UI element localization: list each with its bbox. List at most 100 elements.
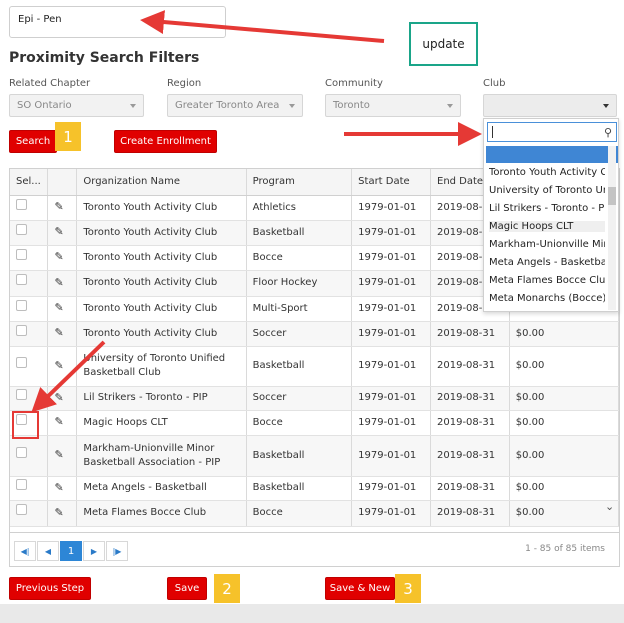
- edit-icon[interactable]: ✎: [54, 506, 63, 519]
- table-row[interactable]: ✎ Magic Hoops CLT Bocce 1979-01-01 2019-08-3…: [10, 410, 619, 436]
- club-option[interactable]: Meta Flames Bocce Club: [489, 275, 605, 286]
- organization-cell: Meta Flames Bocce Club: [76, 500, 247, 527]
- previous-page-icon[interactable]: ◀: [37, 541, 59, 561]
- edit-icon[interactable]: ✎: [54, 200, 63, 213]
- table-row[interactable]: ✎ Lil Strikers - Toronto - PIP Soccer 1979-…: [10, 386, 619, 411]
- community-label: Community: [325, 78, 383, 89]
- row-checkbox[interactable]: [16, 223, 27, 235]
- column-header-select[interactable]: Sel...: [10, 169, 49, 196]
- edit-icon[interactable]: ✎: [54, 415, 63, 428]
- row-checkbox[interactable]: [16, 198, 27, 210]
- table-row[interactable]: ✎ Markham-Unionville Minor Basketball Ass…: [10, 435, 619, 477]
- chevron-down-icon[interactable]: ⌄: [605, 500, 614, 513]
- row-checkbox-cell: [10, 195, 49, 221]
- edit-icon[interactable]: ✎: [54, 225, 63, 238]
- region-select[interactable]: Greater Toronto Area: [167, 94, 303, 117]
- row-checkbox-cell: [10, 435, 49, 477]
- club-option[interactable]: Lil Strikers - Toronto - PIP: [489, 203, 605, 214]
- start-date-cell: 1979-01-01: [351, 500, 431, 527]
- program-cell: Basketball: [246, 346, 353, 387]
- club-option[interactable]: Meta Monarchs (Bocce): [489, 293, 605, 304]
- column-header-program[interactable]: Program: [246, 169, 353, 196]
- community-value: Toronto: [333, 100, 370, 111]
- community-select[interactable]: Toronto: [325, 94, 461, 117]
- related-chapter-select[interactable]: SO Ontario: [9, 94, 144, 117]
- column-header-organization[interactable]: Organization Name: [76, 169, 247, 196]
- end-date-cell: 2019-08-31: [430, 321, 510, 347]
- row-checkbox[interactable]: [16, 479, 27, 490]
- edit-icon[interactable]: ✎: [54, 301, 63, 314]
- program-cell: Bocce: [246, 245, 353, 271]
- row-checkbox-cell: [10, 346, 49, 387]
- row-edit-cell: ✎: [47, 500, 78, 527]
- organization-cell: Magic Hoops CLT: [76, 410, 247, 436]
- last-page-icon[interactable]: |▶: [106, 541, 128, 561]
- club-option[interactable]: Meta Angels - Basketball: [489, 257, 605, 268]
- row-checkbox-cell: [10, 245, 49, 271]
- first-page-icon[interactable]: ◀|: [14, 541, 36, 561]
- table-row[interactable]: ✎ Meta Angels - Basketball Basketball 1979-…: [10, 476, 619, 501]
- previous-step-button[interactable]: Previous Step: [9, 577, 91, 600]
- club-option[interactable]: University of Toronto Unified: [489, 185, 605, 196]
- organization-cell: Toronto Youth Activity Club: [76, 195, 247, 221]
- end-date-cell: 2019-08-31: [430, 435, 510, 477]
- row-checkbox[interactable]: [16, 324, 27, 336]
- row-checkbox[interactable]: [16, 446, 27, 458]
- row-checkbox-cell: [10, 476, 49, 501]
- club-select[interactable]: [483, 94, 617, 117]
- organization-cell: Meta Angels - Basketball: [76, 476, 247, 501]
- create-enrollment-button[interactable]: Create Enrollment: [114, 130, 217, 153]
- dropdown-scrollbar[interactable]: [608, 146, 616, 310]
- column-header-start-date[interactable]: Start Date: [351, 169, 431, 196]
- program-cell: Floor Hockey: [246, 270, 353, 297]
- epi-pen-input[interactable]: Epi - Pen: [9, 6, 226, 38]
- edit-icon[interactable]: ✎: [54, 391, 63, 404]
- step-badge-2: 2: [214, 574, 240, 603]
- column-header-edit: [47, 169, 78, 196]
- table-row[interactable]: ✎ Meta Flames Bocce Club Bocce 1979-01-01 20…: [10, 500, 619, 527]
- fee-cell: $0.00: [509, 476, 619, 501]
- row-checkbox[interactable]: [16, 413, 27, 425]
- row-checkbox[interactable]: [16, 299, 27, 311]
- edit-icon[interactable]: ✎: [54, 276, 63, 289]
- dropdown-highlight-option[interactable]: [486, 146, 618, 163]
- edit-icon[interactable]: ✎: [54, 481, 63, 494]
- save-and-new-button[interactable]: Save & New: [325, 577, 395, 600]
- edit-icon[interactable]: ✎: [54, 448, 63, 461]
- pager-bar: ◀| ◀ 1 ▶ |▶ 1 - 85 of 85 items: [9, 533, 620, 567]
- start-date-cell: 1979-01-01: [351, 321, 431, 347]
- table-row[interactable]: ✎ Toronto Youth Activity Club Soccer 1979-0…: [10, 321, 619, 347]
- row-edit-cell: ✎: [47, 476, 78, 501]
- search-button[interactable]: Search: [9, 130, 57, 153]
- related-chapter-value: SO Ontario: [17, 100, 72, 111]
- row-checkbox[interactable]: [16, 248, 27, 260]
- organization-cell: Toronto Youth Activity Club: [76, 245, 247, 271]
- program-cell: Soccer: [246, 321, 353, 347]
- club-option[interactable]: Markham-Unionville Minor: [489, 239, 605, 250]
- table-row[interactable]: ✎ University of Toronto Unified Basketbal…: [10, 346, 619, 387]
- row-checkbox[interactable]: [16, 274, 27, 285]
- start-date-cell: 1979-01-01: [351, 346, 431, 387]
- save-button[interactable]: Save: [167, 577, 207, 600]
- next-page-icon[interactable]: ▶: [83, 541, 105, 561]
- club-search-input[interactable]: ⚲: [487, 122, 617, 142]
- row-edit-cell: ✎: [47, 346, 78, 387]
- row-checkbox[interactable]: [16, 389, 27, 400]
- fee-cell: $0.00: [509, 386, 619, 411]
- dropdown-scroll-thumb[interactable]: [608, 187, 616, 205]
- club-option[interactable]: Magic Hoops CLT: [489, 221, 605, 232]
- club-dropdown: ⚲ Toronto Youth Activity Club University …: [483, 118, 619, 312]
- row-checkbox[interactable]: [16, 504, 27, 515]
- items-count-info: 1 - 85 of 85 items: [525, 544, 605, 554]
- edit-icon[interactable]: ✎: [54, 359, 63, 372]
- edit-icon[interactable]: ✎: [54, 326, 63, 339]
- row-checkbox[interactable]: [16, 357, 27, 368]
- edit-icon[interactable]: ✎: [54, 250, 63, 263]
- organization-cell: University of Toronto Unified Basketball…: [76, 346, 247, 387]
- club-option[interactable]: Toronto Youth Activity Club: [489, 167, 605, 178]
- row-edit-cell: ✎: [47, 321, 78, 347]
- program-cell: Bocce: [246, 410, 353, 436]
- organization-cell: Toronto Youth Activity Club: [76, 296, 247, 322]
- start-date-cell: 1979-01-01: [351, 296, 431, 322]
- current-page-button[interactable]: 1: [60, 541, 82, 561]
